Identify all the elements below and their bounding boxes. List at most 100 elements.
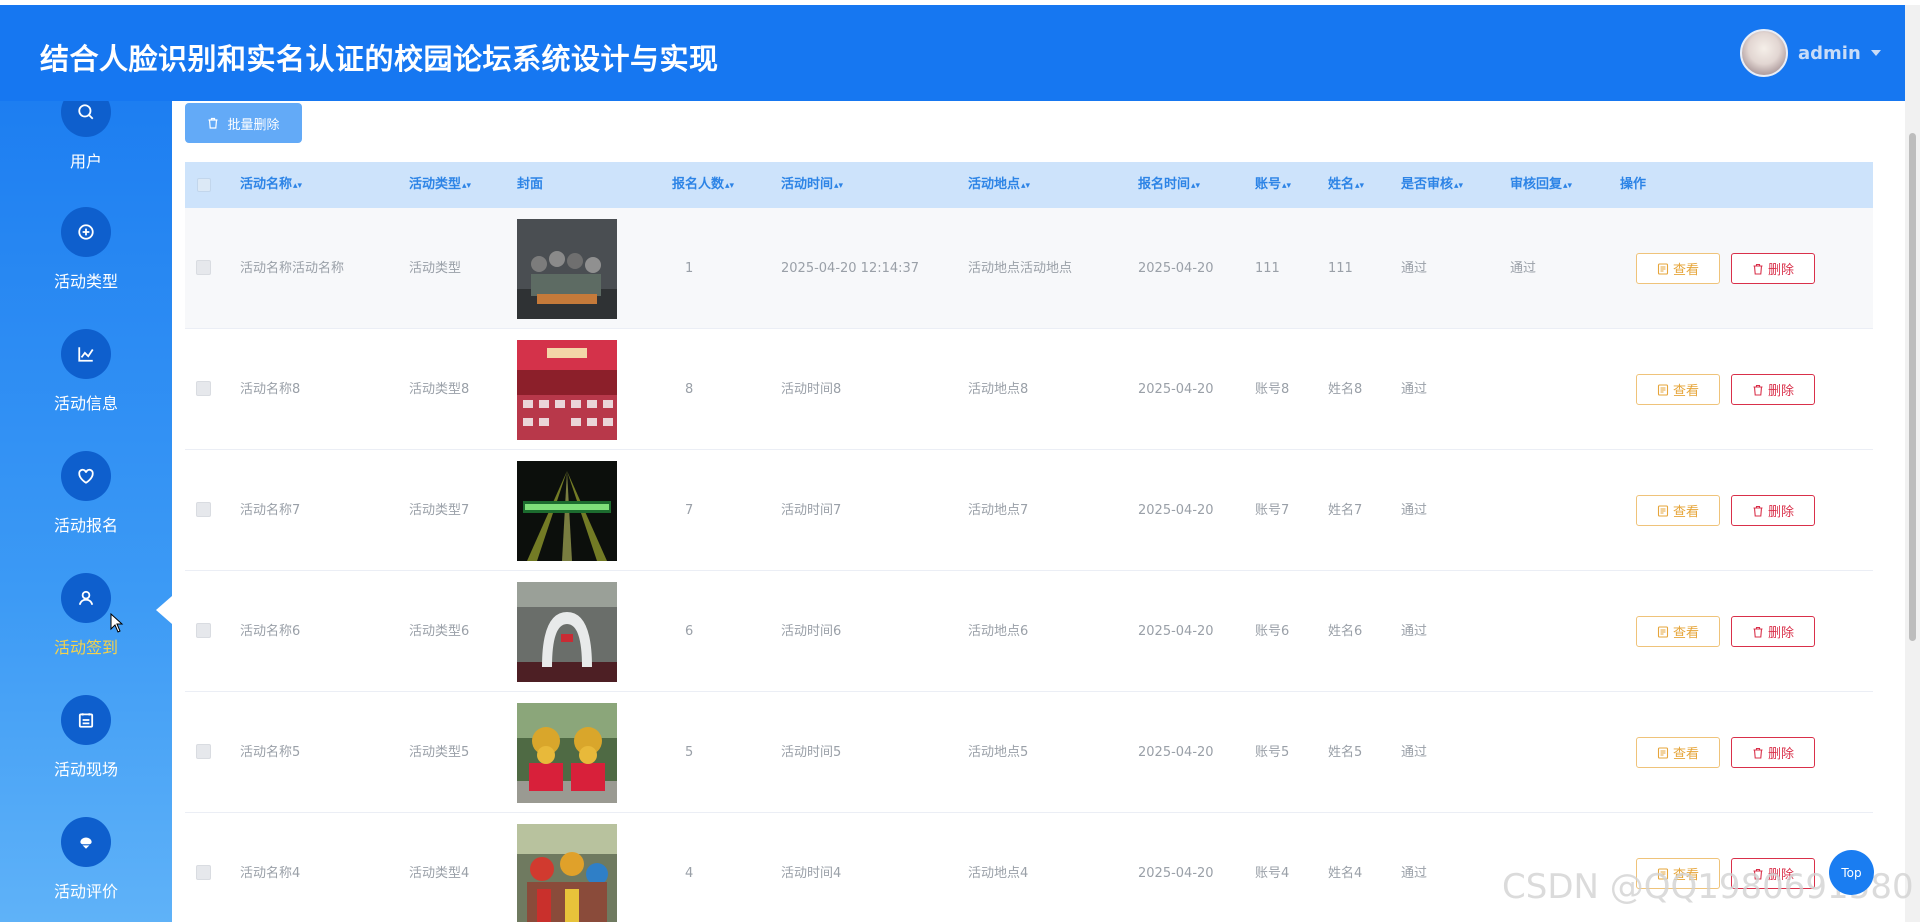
column-header-reply[interactable]: 审核回复▴▾: [1510, 162, 1572, 208]
sidebar-item-activity-scene[interactable]: 活动现场: [0, 695, 172, 780]
cell-place: 活动地点8: [968, 382, 1029, 397]
cell-account: 111: [1255, 261, 1280, 276]
cell-account: 账号8: [1255, 382, 1290, 397]
sidebar-item-activity-info[interactable]: 活动信息: [0, 329, 172, 414]
bulk-delete-button[interactable]: 批量删除: [185, 103, 302, 143]
plus-circle-icon: [61, 207, 111, 257]
cell-time: 活动时间4: [781, 866, 842, 881]
back-to-top-button[interactable]: Top: [1829, 850, 1874, 895]
cell-signup-time: 2025-04-20: [1138, 624, 1214, 639]
column-header-count[interactable]: 报名人数▴▾: [672, 162, 734, 208]
column-header-actions: 操作: [1620, 177, 1647, 192]
cell-signup-time: 2025-04-20: [1138, 261, 1214, 276]
sidebar-item-label: 活动现场: [53, 760, 118, 779]
row-checkbox[interactable]: [196, 381, 211, 396]
row-checkbox[interactable]: [196, 260, 211, 275]
table-row[interactable]: 活动名称8 活动类型8 8 活动时间8 活动地点8 2025-04-20 账号8…: [185, 329, 1873, 450]
delete-button[interactable]: 删除: [1731, 737, 1815, 768]
row-checkbox[interactable]: [196, 623, 211, 638]
cover-image: [517, 582, 617, 682]
table-row[interactable]: 活动名称活动名称 活动类型 1 2025-04-20 12:14:37 活动地点…: [185, 208, 1873, 329]
column-header-account[interactable]: 账号▴▾: [1255, 162, 1291, 208]
cell-audited: 通过: [1401, 866, 1428, 881]
row-checkbox[interactable]: [196, 744, 211, 759]
cell-account: 账号6: [1255, 624, 1290, 639]
delete-button[interactable]: 删除: [1731, 616, 1815, 647]
table-header: 活动名称▴▾ 活动类型▴▾ 封面 报名人数▴▾ 活动时间▴▾ 活动地点▴▾ 报名…: [185, 162, 1873, 208]
cell-count: 5: [685, 745, 694, 760]
sidebar-item-activity-type[interactable]: 活动类型: [0, 207, 172, 292]
cover-image: [517, 461, 617, 561]
delete-button[interactable]: 删除: [1731, 495, 1815, 526]
trash-icon: [1753, 626, 1763, 638]
document-icon: [1657, 625, 1669, 638]
column-header-person[interactable]: 姓名▴▾: [1328, 162, 1364, 208]
chevron-down-icon[interactable]: [1870, 50, 1881, 56]
column-header-time[interactable]: 活动时间▴▾: [781, 162, 843, 208]
cell-name: 活动名称5: [240, 745, 301, 760]
sidebar-item-label: 用户: [69, 152, 102, 171]
view-button[interactable]: 查看: [1636, 495, 1720, 526]
trash-icon: [208, 117, 218, 129]
view-button[interactable]: 查看: [1636, 253, 1720, 284]
cover-image: [517, 340, 617, 440]
cell-name: 活动名称8: [240, 382, 301, 397]
sidebar-item-activity-signup[interactable]: 活动报名: [0, 451, 172, 536]
sidebar-item-label: 活动报名: [53, 516, 118, 535]
cell-person: 姓名4: [1328, 866, 1363, 881]
table-row[interactable]: 活动名称6 活动类型6 6 活动时间6 活动地点6 2025-04-20 账号6…: [185, 571, 1873, 692]
cover-image: [517, 219, 617, 319]
view-button[interactable]: 查看: [1636, 616, 1720, 647]
vertical-scrollbar[interactable]: [1905, 5, 1920, 922]
cell-person: 姓名6: [1328, 624, 1363, 639]
cell-signup-time: 2025-04-20: [1138, 382, 1214, 397]
cell-name: 活动名称4: [240, 866, 301, 881]
scrollbar-thumb[interactable]: [1909, 133, 1916, 641]
document-icon: [1657, 746, 1669, 759]
cover-image: [517, 703, 617, 803]
cell-person: 姓名7: [1328, 503, 1363, 518]
cell-count: 8: [685, 382, 694, 397]
username[interactable]: admin: [1798, 43, 1861, 64]
sidebar-item-label: 活动信息: [53, 394, 118, 413]
column-header-audited[interactable]: 是否审核▴▾: [1401, 162, 1463, 208]
sidebar-item-activity-review[interactable]: 活动评价: [0, 817, 172, 902]
table-row[interactable]: 活动名称7 活动类型7 7 活动时间7 活动地点7 2025-04-20 账号7…: [185, 450, 1873, 571]
main-content: 批量删除 活动名称▴▾ 活动类型▴▾ 封面 报名人数▴▾ 活动时间▴▾ 活动地点…: [172, 101, 1905, 922]
cell-signup-time: 2025-04-20: [1138, 866, 1214, 881]
column-header-name[interactable]: 活动名称▴▾: [240, 162, 302, 208]
cell-place: 活动地点活动地点: [968, 261, 1073, 276]
user-menu[interactable]: admin: [1740, 29, 1881, 77]
view-button[interactable]: 查看: [1636, 737, 1720, 768]
column-header-cover: 封面: [517, 177, 544, 192]
search-icon: [61, 101, 111, 137]
view-button[interactable]: 查看: [1636, 374, 1720, 405]
cell-audited: 通过: [1401, 382, 1428, 397]
column-header-signup-time[interactable]: 报名时间▴▾: [1138, 162, 1200, 208]
cell-person: 姓名5: [1328, 745, 1363, 760]
active-indicator: [156, 596, 172, 624]
table-row[interactable]: 活动名称5 活动类型5 5 活动时间5 活动地点5 2025-04-20 账号5…: [185, 692, 1873, 813]
cell-type: 活动类型4: [409, 866, 470, 881]
heart-icon: [61, 451, 111, 501]
document-icon: [1657, 262, 1669, 275]
avatar[interactable]: [1740, 29, 1788, 77]
cell-count: 6: [685, 624, 694, 639]
select-all-checkbox[interactable]: [197, 178, 211, 192]
cell-account: 账号7: [1255, 503, 1290, 518]
sidebar-item-activity-checkin[interactable]: 活动签到: [0, 573, 172, 658]
column-header-place[interactable]: 活动地点▴▾: [968, 162, 1030, 208]
user-icon: [61, 573, 111, 623]
cell-type: 活动类型8: [409, 382, 470, 397]
delete-button[interactable]: 删除: [1731, 253, 1815, 284]
row-checkbox[interactable]: [196, 865, 211, 880]
row-checkbox[interactable]: [196, 502, 211, 517]
delete-button[interactable]: 删除: [1731, 374, 1815, 405]
cell-account: 账号4: [1255, 866, 1290, 881]
line-chart-icon: [61, 329, 111, 379]
table-body: 活动名称活动名称 活动类型 1 2025-04-20 12:14:37 活动地点…: [185, 208, 1873, 922]
sidebar-item-user[interactable]: 用户: [0, 101, 172, 172]
bulk-delete-label: 批量删除: [227, 117, 280, 133]
cell-place: 活动地点7: [968, 503, 1029, 518]
column-header-type[interactable]: 活动类型▴▾: [409, 162, 471, 208]
